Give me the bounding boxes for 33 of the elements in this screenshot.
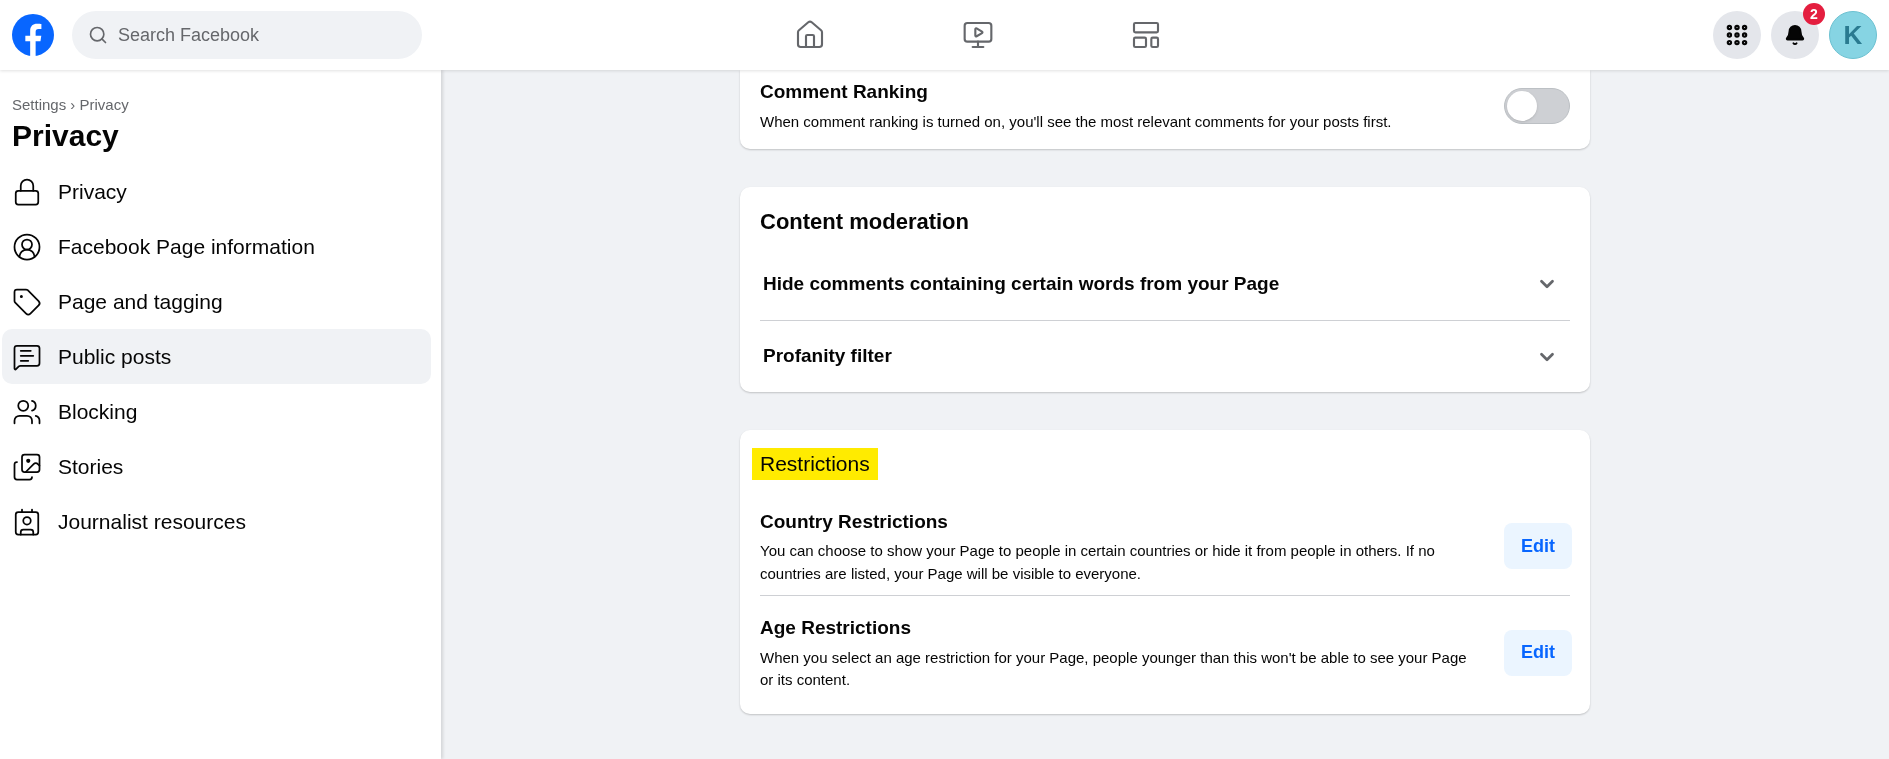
- setting-description: When you select an age restriction for your Page, people younger than this won't be able to see your Page or its content.: [760, 647, 1468, 690]
- setting-title: Comment Ranking: [760, 80, 929, 104]
- page-title: Privacy: [11, 117, 120, 154]
- sidebar-item[interactable]: Privacy: [2, 164, 431, 219]
- sidebar-item[interactable]: Journalist resources: [2, 494, 431, 549]
- accordion-item[interactable]: Hide comments containing certain words from your Page: [760, 248, 1570, 320]
- edit-button[interactable]: Edit: [1504, 523, 1572, 570]
- lock-icon: [12, 176, 42, 207]
- id-card-icon: [12, 506, 42, 537]
- setting-description: When comment ranking is turned on, you'll see the most relevant comments for your posts first.: [760, 111, 1392, 132]
- sidebar-item[interactable]: Public posts: [2, 329, 431, 384]
- toggle-switch[interactable]: [1504, 87, 1570, 124]
- sidebar-item[interactable]: Blocking: [2, 384, 431, 439]
- breadcrumb: Settings › Privacy: [11, 95, 130, 115]
- logo-icon[interactable]: [12, 14, 54, 56]
- edit-button[interactable]: Edit: [1504, 629, 1572, 676]
- section-title: Restrictions: [752, 448, 878, 480]
- setting-description: You can choose to show your Page to people in certain countries or hide it from people in others. If no countries are listed, your Page will be visible to everyone.: [760, 541, 1436, 584]
- tag-icon: [12, 286, 42, 317]
- sidebar-item[interactable]: Page and tagging: [2, 274, 431, 329]
- notifications-icon[interactable]: [1771, 11, 1819, 59]
- search-field[interactable]: Search Facebook: [72, 11, 422, 59]
- notification-badge: 2: [1803, 3, 1825, 25]
- setting-title: Country Restrictions: [760, 509, 949, 534]
- search-icon: [88, 25, 108, 45]
- sidebar-item[interactable]: Facebook Page information: [2, 219, 431, 274]
- images-icon: [12, 451, 42, 482]
- menu-icon[interactable]: [1713, 11, 1761, 59]
- accordion-item[interactable]: Profanity filter: [760, 320, 1570, 392]
- section-title: Content moderation: [760, 208, 970, 236]
- sidebar-item[interactable]: Stories: [2, 439, 431, 494]
- setting-title: Age Restrictions: [760, 616, 912, 640]
- person-icon: [12, 231, 42, 262]
